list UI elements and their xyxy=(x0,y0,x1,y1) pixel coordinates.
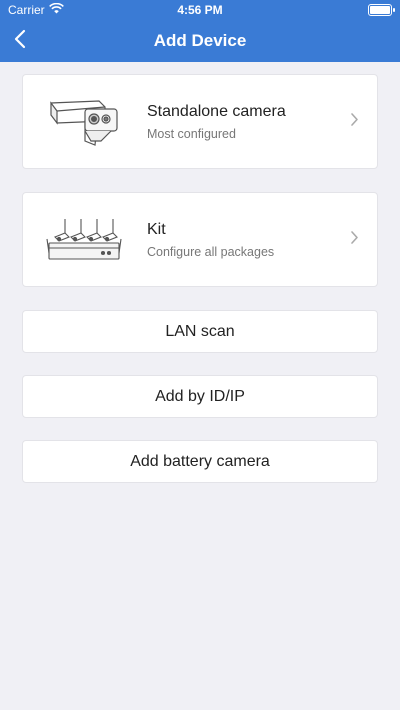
status-bar: Carrier 4:56 PM xyxy=(0,0,400,20)
add-by-id-ip-button[interactable]: Add by ID/IP xyxy=(22,375,378,418)
card-title: Kit xyxy=(147,220,166,238)
chevron-right-icon xyxy=(350,112,359,132)
chevron-left-icon xyxy=(14,29,26,54)
status-time: 4:56 PM xyxy=(177,3,223,17)
card-title: Standalone camera xyxy=(147,102,286,120)
page-title: Add Device xyxy=(153,31,247,50)
card-subtitle: Configure all packages xyxy=(147,244,275,259)
card-subtitle: Most configured xyxy=(147,126,236,141)
kit-card[interactable]: Kit Configure all packages xyxy=(22,192,378,287)
top-bar: Carrier 4:56 PM Add Device xyxy=(0,0,400,62)
chevron-right-icon xyxy=(350,230,359,250)
lan-scan-button[interactable]: LAN scan xyxy=(22,310,378,353)
standalone-camera-card[interactable]: Standalone camera Most configured xyxy=(22,74,378,169)
nav-bar: Add Device xyxy=(0,20,400,62)
add-battery-camera-button[interactable]: Add battery camera xyxy=(22,440,378,483)
bullet-camera-icon xyxy=(23,97,147,147)
battery-icon xyxy=(368,4,395,16)
back-button[interactable] xyxy=(14,20,46,62)
main-content: Standalone camera Most configured Kit Co… xyxy=(0,62,400,483)
nvr-kit-icon xyxy=(23,215,147,265)
